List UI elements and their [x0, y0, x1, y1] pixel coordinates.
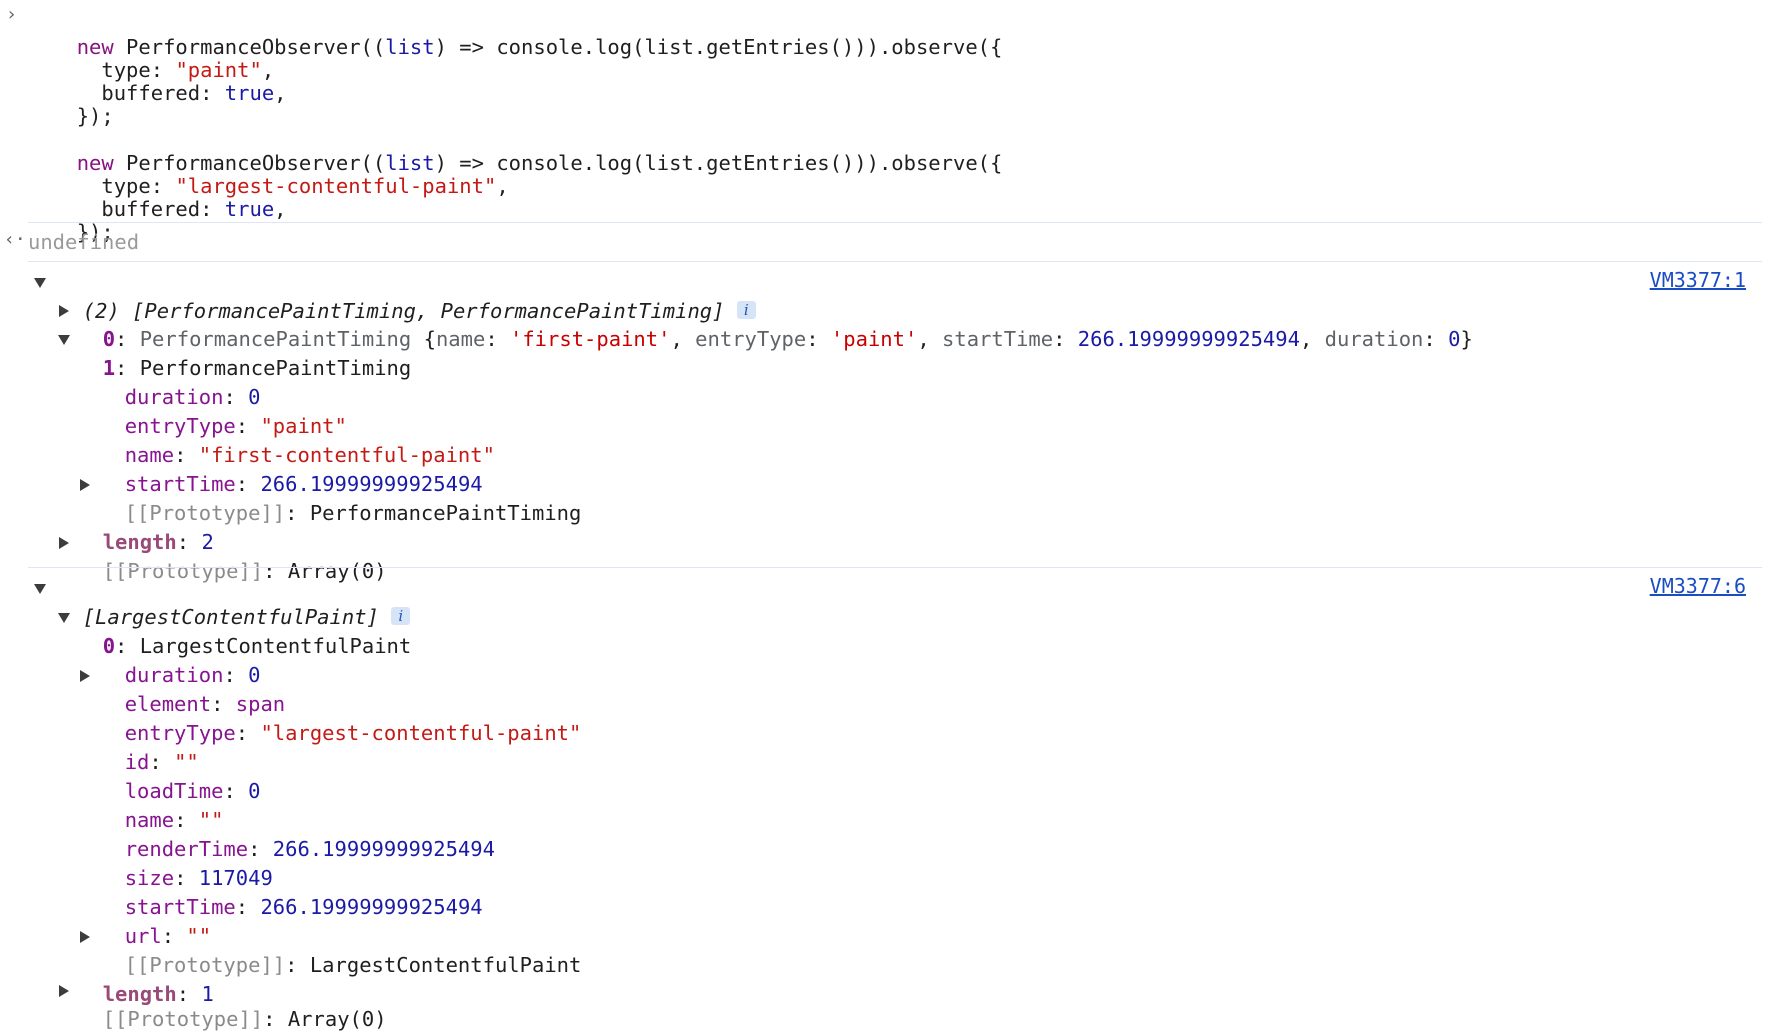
entry2-id: id: "": [124, 750, 199, 774]
divider: [28, 222, 1762, 223]
entry1-prototype[interactable]: [[Prototype]]: Array(0): [78, 528, 387, 583]
entry1-item1-starttime: startTime: 266.19999999925494: [124, 472, 483, 496]
entry2-item0-prototype[interactable]: [[Prototype]]: LargestContentfulPaint: [100, 922, 582, 977]
entry2-size: size: 117049: [124, 866, 273, 890]
entry1-length: length: 2: [102, 530, 214, 554]
entry1-item1-prototype[interactable]: [[Prototype]]: PerformancePaintTiming: [100, 470, 582, 525]
entry1-item0[interactable]: 0: PerformancePaintTiming {name: 'first-…: [78, 296, 1473, 351]
entry2-entrytype: entryType: "largest-contentful-paint": [124, 721, 582, 745]
input-line-4: });: [76, 104, 114, 128]
input-line-8: });: [76, 220, 114, 244]
entry2-element[interactable]: element: span: [100, 661, 285, 716]
expand-triangle-icon[interactable]: [80, 931, 90, 943]
prompt-chevron-icon: ›: [6, 4, 17, 25]
collapse-triangle-icon[interactable]: [34, 278, 46, 288]
entry2-prototype[interactable]: [[Prototype]]: Array(0): [78, 976, 387, 1031]
expand-triangle-icon[interactable]: [59, 985, 69, 997]
entry2-duration: duration: 0: [124, 663, 261, 687]
entry2-summary[interactable]: [LargestContentfulPaint] i: [58, 574, 411, 629]
return-arrow-icon: ‹·: [4, 229, 26, 250]
entry2-starttime: startTime: 266.19999999925494: [124, 895, 483, 919]
entry1-item1-name: name: "first-contentful-paint": [124, 443, 495, 467]
result-undefined: undefined: [28, 230, 140, 254]
divider: [28, 567, 1762, 568]
expand-triangle-icon[interactable]: [80, 670, 90, 682]
source-link-vm3377-1[interactable]: VM3377:1: [1650, 266, 1746, 295]
entry1-item1[interactable]: 1: PerformancePaintTiming: [78, 325, 412, 380]
entry2-url: url: "": [124, 924, 212, 948]
entry1-item1-entrytype: entryType: "paint": [124, 414, 347, 438]
expand-triangle-icon[interactable]: [80, 479, 90, 491]
collapse-triangle-icon[interactable]: [58, 613, 70, 623]
entry2-name: name: "": [124, 808, 224, 832]
collapse-triangle-icon[interactable]: [58, 335, 70, 345]
entry2-loadtime: loadTime: 0: [124, 779, 261, 803]
source-link-vm3377-6[interactable]: VM3377:6: [1650, 572, 1746, 601]
entry1-item1-duration: duration: 0: [124, 385, 261, 409]
expand-triangle-icon[interactable]: [59, 537, 69, 549]
entry2-item0[interactable]: 0: LargestContentfulPaint: [78, 603, 412, 658]
entry1-summary[interactable]: (2) [PerformancePaintTiming, Performance…: [58, 268, 756, 323]
expand-triangle-icon[interactable]: [59, 305, 69, 317]
divider: [28, 261, 1762, 262]
collapse-triangle-icon[interactable]: [34, 584, 46, 594]
entry2-rendertime: renderTime: 266.19999999925494: [124, 837, 495, 861]
